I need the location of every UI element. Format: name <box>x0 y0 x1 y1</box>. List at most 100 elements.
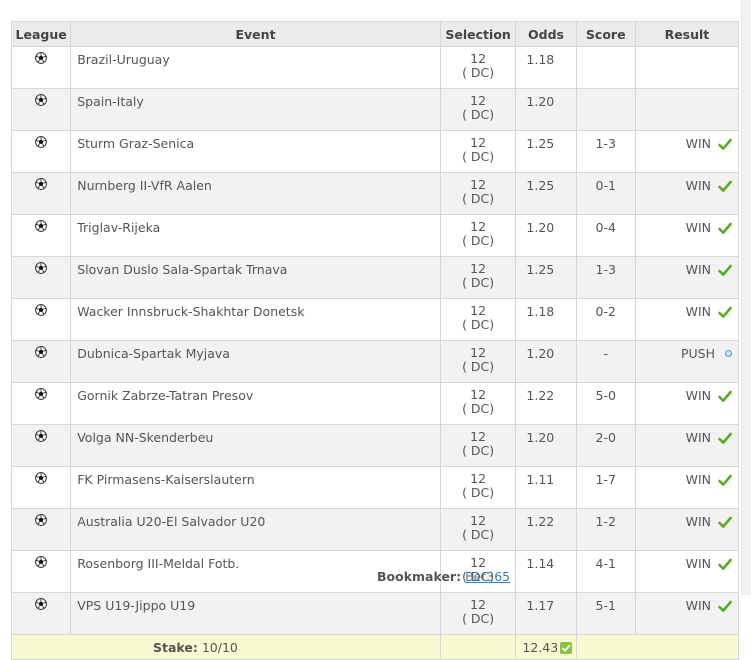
selection-value: 12 <box>470 261 487 276</box>
table-row: Slovan Duslo Sala-Spartak Trnava 12 ( DC… <box>10 256 740 299</box>
bookmaker-block: Bookmaker: Bet365 <box>377 569 510 584</box>
table-row: Volga NN-Skenderbeu 12 ( DC) 1.20 2-0 WI… <box>10 424 740 467</box>
selection-cell: 12 ( DC) <box>439 46 517 89</box>
selection-cell: 12 ( DC) <box>439 592 517 635</box>
result-label: WIN <box>685 556 712 571</box>
selection-note: ( DC) <box>462 149 495 164</box>
odds-value: 1.18 <box>515 46 577 89</box>
table-row: Triglav-Rijeka 12 ( DC) 1.20 0-4 WIN <box>10 214 740 257</box>
total-odds-value: 12.43 <box>522 639 559 655</box>
league-cell <box>10 382 72 425</box>
score-value <box>575 88 636 131</box>
soccer-ball-icon <box>35 388 47 403</box>
check-box-icon <box>560 641 573 654</box>
event-name: Gornik Zabrze-Tatran Presov <box>70 382 441 425</box>
selection-value: 12 <box>470 597 487 612</box>
event-name: FK Pirmasens-Kaiserslautern <box>70 466 441 509</box>
selection-note: ( DC) <box>462 191 495 206</box>
table-row: Gornik Zabrze-Tatran Presov 12 ( DC) 1.2… <box>10 382 740 425</box>
league-cell <box>10 130 72 173</box>
check-icon <box>718 138 732 154</box>
total-odds-cell: 12.43 <box>515 634 577 660</box>
result-label: WIN <box>685 262 712 277</box>
result-cell: PUSH <box>634 340 740 383</box>
league-cell <box>10 340 72 383</box>
check-icon <box>718 264 732 280</box>
score-value: 0-4 <box>575 214 636 257</box>
bookmaker-link[interactable]: Bet365 <box>465 569 510 584</box>
result-label: WIN <box>685 598 712 613</box>
result-cell: WIN <box>634 466 740 509</box>
event-name: Dubnica-Spartak Myjava <box>70 340 441 383</box>
result-cell <box>634 88 740 131</box>
stake-label: Stake: <box>153 639 198 655</box>
selection-note: ( DC) <box>462 317 495 332</box>
selection-cell: 12 ( DC) <box>439 214 517 257</box>
soccer-ball-icon <box>35 178 47 193</box>
header-league: League <box>10 21 72 47</box>
selection-cell: 12 ( DC) <box>439 466 517 509</box>
soccer-ball-icon <box>35 556 47 571</box>
score-value: 1-7 <box>575 466 636 509</box>
score-value: 1-3 <box>575 130 636 173</box>
soccer-ball-icon <box>35 220 47 235</box>
score-value: 0-2 <box>575 298 636 341</box>
score-value <box>575 46 636 89</box>
selection-value: 12 <box>470 555 487 570</box>
selection-note: ( DC) <box>462 527 495 542</box>
score-value: - <box>575 340 636 383</box>
selection-value: 12 <box>470 387 487 402</box>
selection-value: 12 <box>470 429 487 444</box>
stake-value: 10/10 <box>201 639 238 655</box>
result-label: WIN <box>685 430 712 445</box>
selection-cell: 12 ( DC) <box>439 88 517 131</box>
result-cell: WIN <box>634 424 740 467</box>
selection-value: 12 <box>470 219 487 234</box>
league-cell <box>10 550 72 593</box>
league-cell <box>10 172 72 215</box>
selection-note: ( DC) <box>462 275 495 290</box>
result-cell: WIN <box>634 172 740 215</box>
selection-value: 12 <box>470 51 487 66</box>
table-row: Rosenborg III-Meldal Fotb. 12 ( DC) 1.14… <box>10 550 740 593</box>
selection-value: 12 <box>470 471 487 486</box>
bookmaker-label-cell <box>439 634 516 660</box>
soccer-ball-icon <box>35 514 47 529</box>
result-cell <box>634 46 740 89</box>
scrollbar-track[interactable] <box>741 0 751 595</box>
league-cell <box>10 508 72 551</box>
push-dot-icon <box>725 350 732 357</box>
table-row: Australia U20-El Salvador U20 12 ( DC) 1… <box>10 508 740 551</box>
result-label: WIN <box>685 514 712 529</box>
selection-value: 12 <box>470 177 487 192</box>
selection-cell: 12 ( DC) <box>439 298 517 341</box>
selection-value: 12 <box>470 135 487 150</box>
event-name: VPS U19-Jippo U19 <box>70 592 441 635</box>
soccer-ball-icon <box>35 262 47 277</box>
selection-note: ( DC) <box>462 107 495 122</box>
league-cell <box>10 46 72 89</box>
result-cell: WIN <box>634 298 740 341</box>
event-name: Slovan Duslo Sala-Spartak Trnava <box>70 256 441 299</box>
odds-value: 1.25 <box>515 130 577 173</box>
score-value: 1-3 <box>575 256 636 299</box>
odds-value: 1.25 <box>515 172 577 215</box>
soccer-ball-icon <box>35 346 47 361</box>
soccer-ball-icon <box>35 52 47 67</box>
selection-cell: 12 ( DC) <box>439 130 517 173</box>
soccer-ball-icon <box>35 304 47 319</box>
table-row: Sturm Graz-Senica 12 ( DC) 1.25 1-3 WIN <box>10 130 740 173</box>
table-row: Brazil-Uruguay 12 ( DC) 1.18 <box>10 46 740 89</box>
selection-cell: 12 ( DC) <box>439 340 517 383</box>
table-row: Nurnberg II-VfR Aalen 12 ( DC) 1.25 0-1 … <box>10 172 740 215</box>
check-icon <box>718 390 732 406</box>
event-name: Triglav-Rijeka <box>70 214 441 257</box>
league-cell <box>10 298 72 341</box>
event-name: Australia U20-El Salvador U20 <box>70 508 441 551</box>
score-value: 5-1 <box>575 592 636 635</box>
event-name: Brazil-Uruguay <box>70 46 441 89</box>
odds-value: 1.14 <box>515 550 577 593</box>
odds-value: 1.18 <box>515 298 577 341</box>
league-cell <box>10 592 72 635</box>
odds-value: 1.25 <box>515 256 577 299</box>
